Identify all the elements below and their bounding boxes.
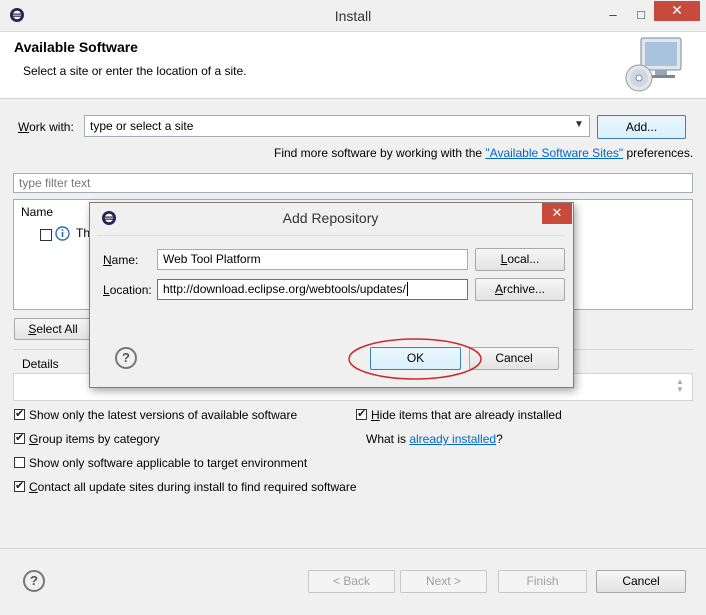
target-env-checkbox[interactable] [14,457,25,468]
target-env-label: Show only software applicable to target … [29,456,308,470]
select-all-button[interactable]: Select All [14,318,92,340]
location-field[interactable]: http://download.eclipse.org/webtools/upd… [157,279,468,300]
dialog-cancel-button[interactable]: Cancel [469,347,559,370]
group-by-category-label: Group items by category [29,432,160,446]
name-field[interactable]: Web Tool Platform [157,249,468,270]
latest-versions-label: Show only the latest versions of availab… [29,408,298,422]
column-header-name[interactable]: Name [21,205,53,219]
add-button[interactable]: Add... [597,115,686,139]
contact-sites-label: Contact all update sites during install … [29,480,357,494]
group-by-category-checkbox[interactable] [14,431,25,444]
dialog-close-button[interactable]: ✕ [542,203,572,224]
work-with-label: Work with: [18,120,74,134]
hide-installed-checkbox[interactable] [356,407,367,420]
dialog-help-icon[interactable]: ? [115,347,137,369]
name-label: Name: [103,253,139,267]
next-button[interactable]: Next > [400,570,487,593]
footer-divider [0,548,706,549]
hide-installed-label: Hide items that are already installed [371,408,562,422]
contact-sites-checkbox[interactable] [14,479,25,492]
row-checkbox[interactable] [40,229,52,241]
table-row-text: Th [76,226,91,240]
cd-monitor-icon [625,37,682,92]
info-icon [55,226,70,241]
page-title: Available Software [14,39,138,55]
what-is-installed-text: What is already installed? [366,432,503,446]
finish-button[interactable]: Finish [498,570,587,593]
dropdown-arrow-icon[interactable]: ▼ [574,119,584,130]
maximize-button[interactable]: □ [626,1,656,29]
minimize-button[interactable]: – [598,1,628,29]
help-icon[interactable]: ? [23,570,45,592]
latest-versions-checkbox[interactable] [14,407,25,420]
cancel-button[interactable]: Cancel [596,570,686,593]
ok-button[interactable]: OK [370,347,461,370]
details-label: Details [22,357,59,371]
page-subtitle: Select a site or enter the location of a… [23,64,247,78]
available-software-sites-link[interactable]: "Available Software Sites" [485,146,623,160]
details-scroll-arrows[interactable]: ▲ ▼ [676,378,684,394]
location-label: Location: [103,283,152,297]
filter-input[interactable]: type filter text [13,173,693,193]
back-button[interactable]: < Back [308,570,395,593]
work-with-combo[interactable]: type or select a site [84,115,590,137]
already-installed-link[interactable]: already installed [409,432,496,446]
dialog-title: Add Repository [282,210,379,226]
archive-button[interactable]: Archive... [475,278,565,301]
local-button[interactable]: Local... [475,248,565,271]
close-window-button[interactable]: ✕ [654,1,700,21]
find-more-text: Find more software by working with the "… [274,146,694,160]
